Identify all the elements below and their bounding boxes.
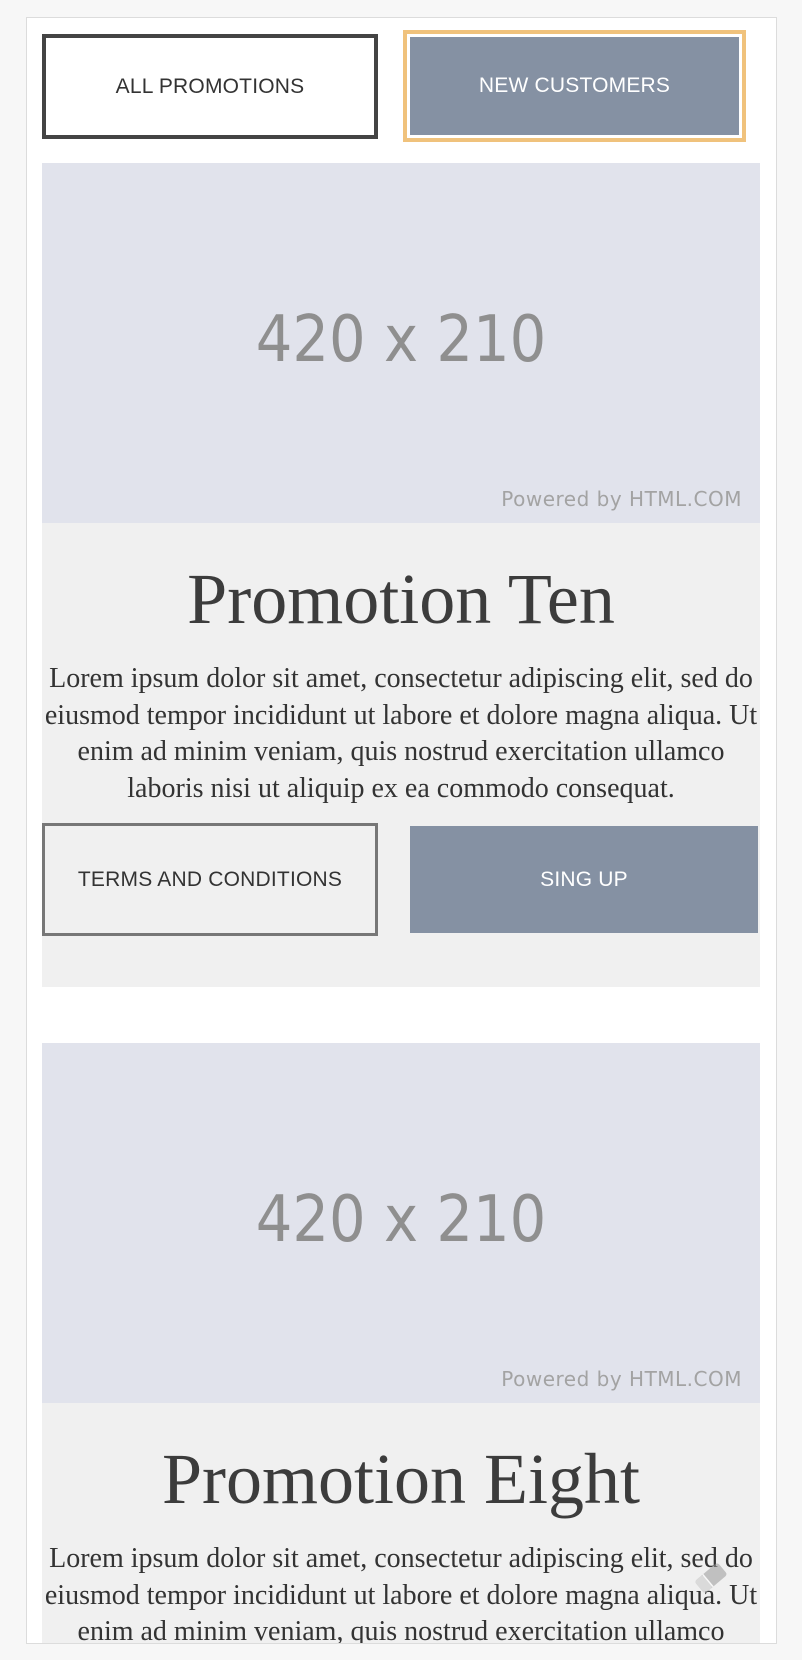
promotion-card-eight: 420 x 210 Powered by HTML.COM Promotion … [42,1043,760,1644]
image-credit-text: Powered by HTML.COM [501,1367,742,1391]
promotion-title: Promotion Eight [161,1439,641,1519]
promotion-image: 420 x 210 Powered by HTML.COM [42,1043,760,1403]
promotion-description: Lorem ipsum dolor sit amet, consectetur … [44,663,758,804]
sign-up-button[interactable]: SING UP [410,826,758,933]
image-dimensions-text: 420 x 210 [255,303,547,377]
image-dimensions-text: 420 x 210 [255,1183,547,1257]
promotion-actions: TERMS AND CONDITIONS SING UP [42,823,760,939]
promotion-card-ten: 420 x 210 Powered by HTML.COM Promotion … [42,163,760,987]
promotions-panel: ALL PROMOTIONS NEW CUSTOMERS 420 x 210 P… [26,17,777,1644]
promotion-title: Promotion Ten [187,559,615,639]
terms-and-conditions-button[interactable]: TERMS AND CONDITIONS [42,823,378,936]
new-customers-button[interactable]: NEW CUSTOMERS [410,37,739,135]
image-credit-text: Powered by HTML.COM [501,487,742,511]
eraser-icon[interactable] [688,1555,734,1601]
promotion-image: 420 x 210 Powered by HTML.COM [42,163,760,523]
promotion-description: Lorem ipsum dolor sit amet, consectetur … [44,1543,758,1644]
all-promotions-button[interactable]: ALL PROMOTIONS [42,34,378,139]
